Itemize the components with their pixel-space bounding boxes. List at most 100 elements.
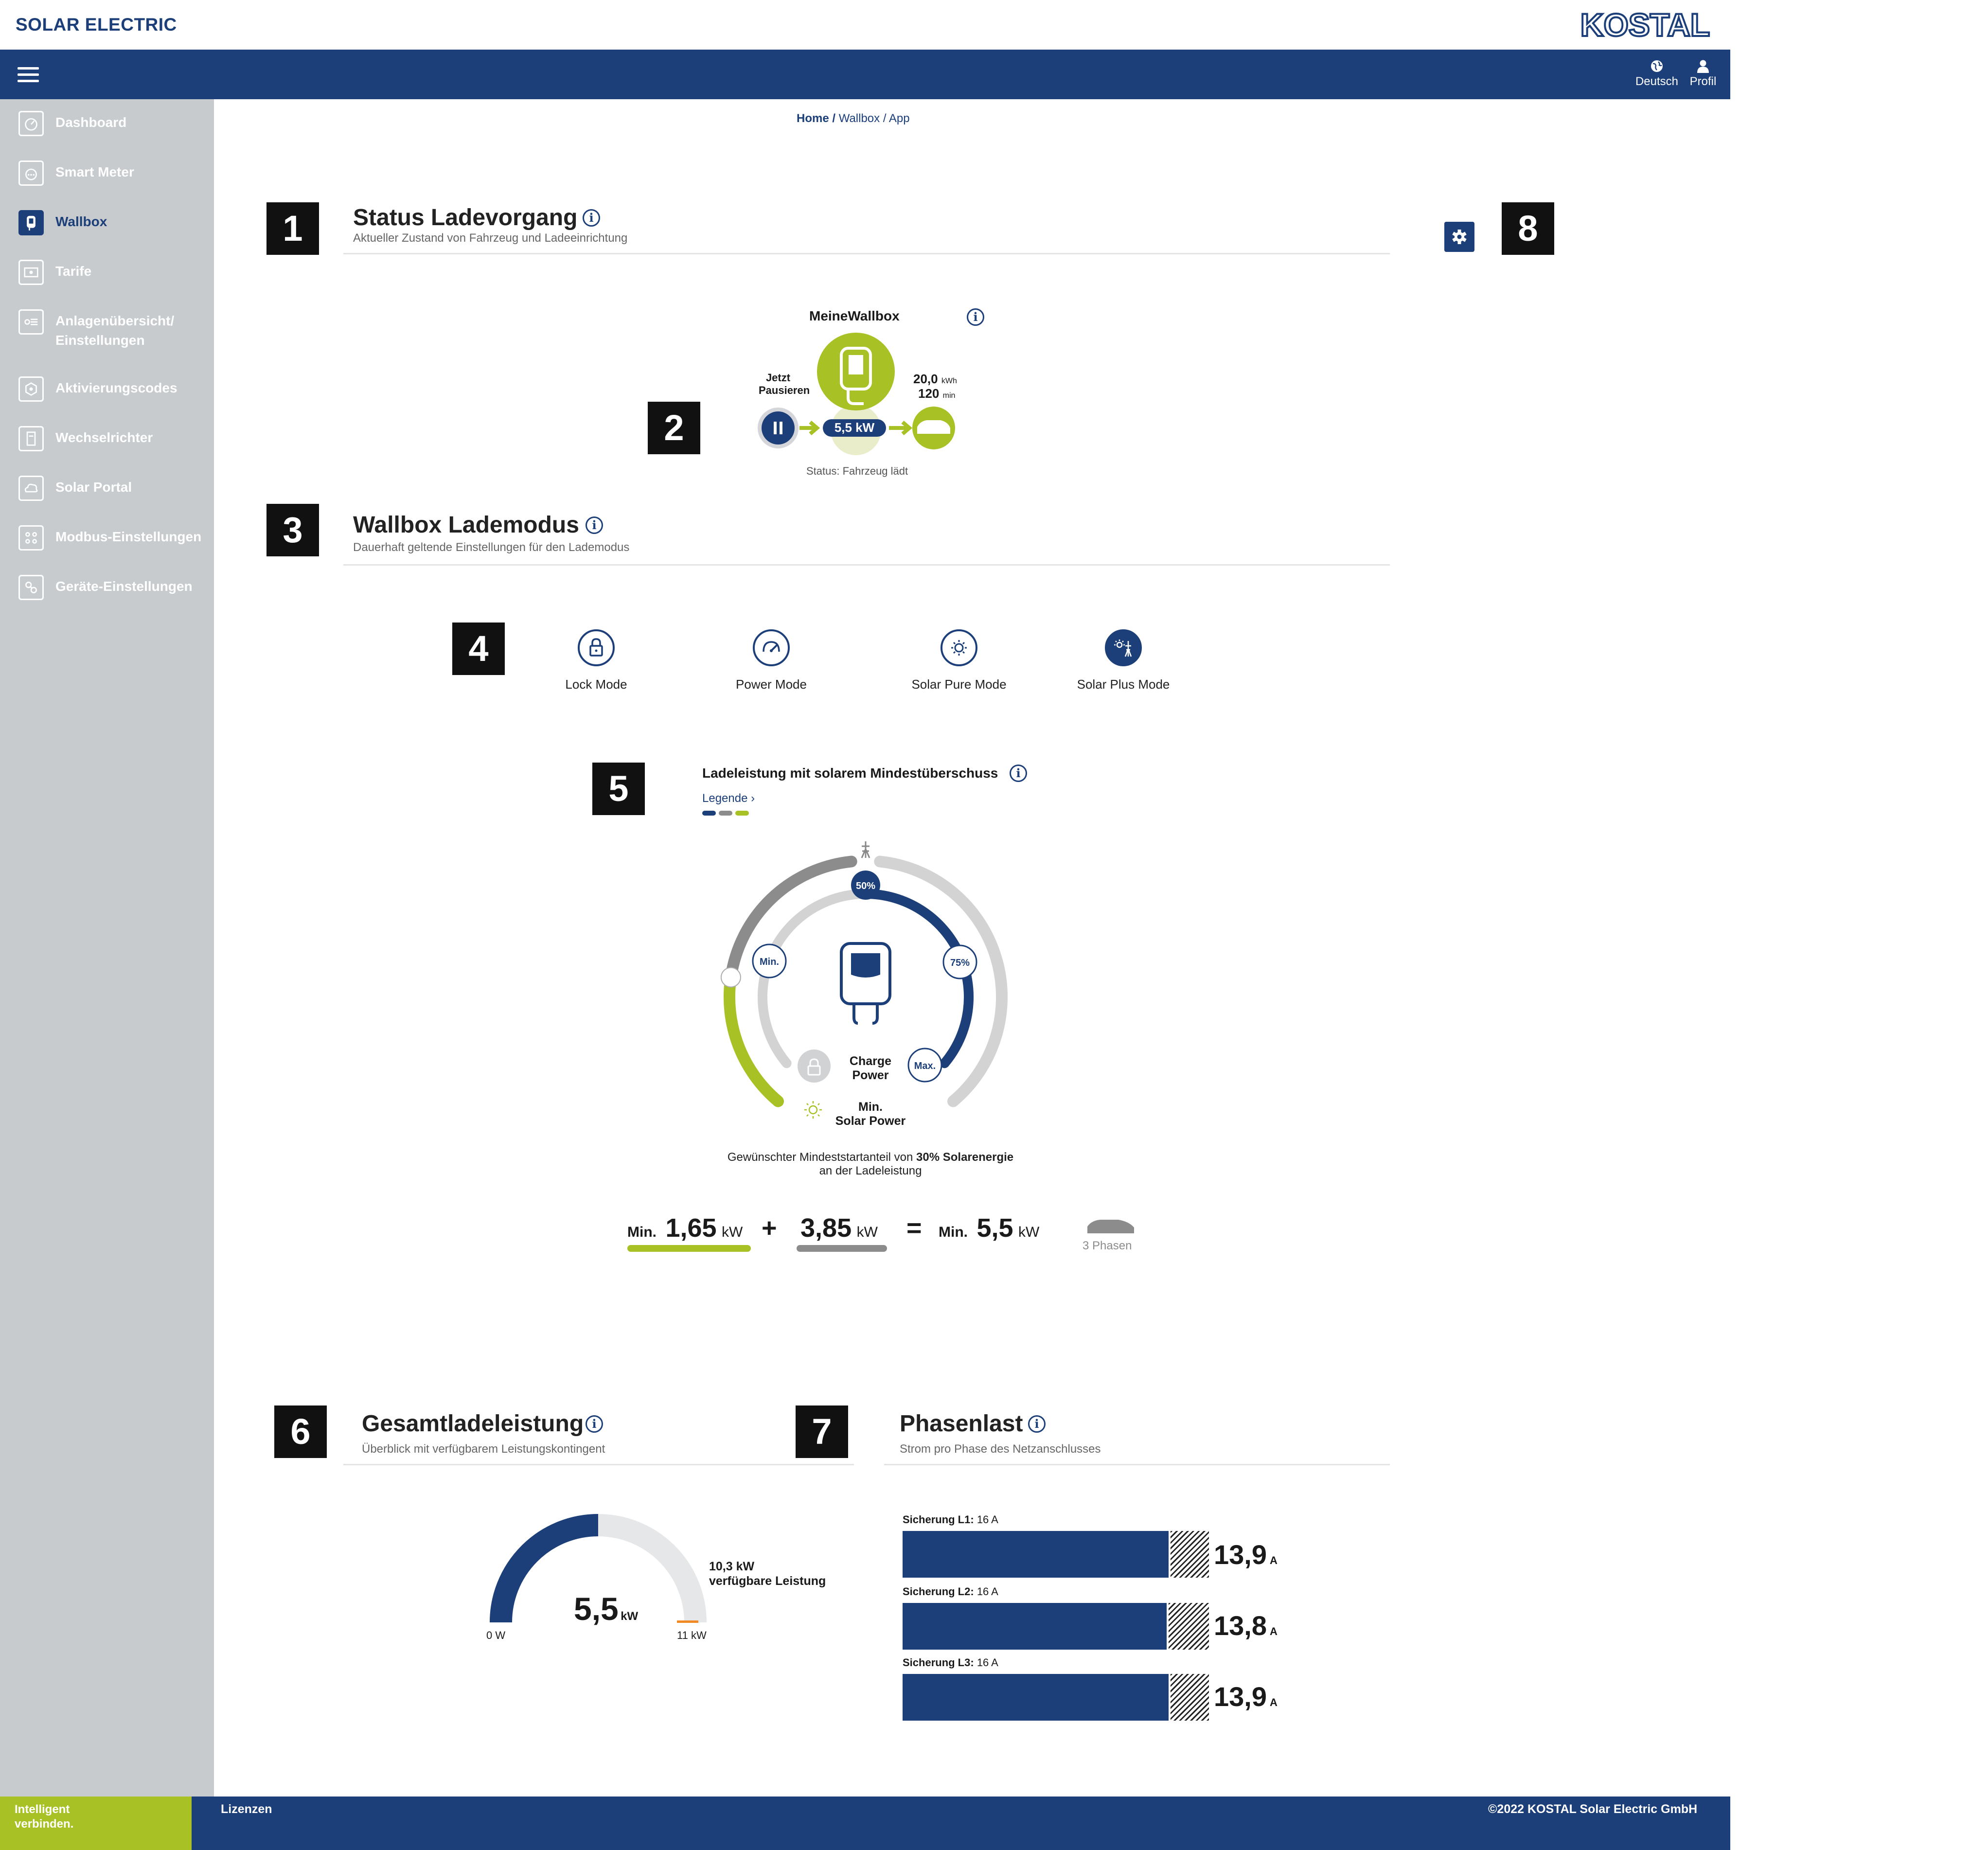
marker-50[interactable]: 50% [851,871,880,900]
calc-equals: = [906,1213,922,1243]
meter-icon [18,160,44,186]
time-readout: 120 min [918,386,955,401]
legend-toggle[interactable]: Legende › [702,792,755,805]
sidebar-item-smart-meter[interactable]: Smart Meter [18,159,213,202]
footer-slogan: Intelligent verbinden. [0,1797,192,1850]
info-icon[interactable]: i [583,209,600,227]
solar-power-line1: Min. [858,1100,883,1114]
lademodus-section-subtitle: Dauerhaft geltende Einstellungen für den… [353,541,630,554]
phase-fuse: 16 A [976,1656,998,1669]
phase-value: 13,9 [1214,1539,1267,1570]
sidebar-item-aktivierungscodes[interactable]: Aktivierungscodes [18,374,213,418]
charge-power-line2: Power [852,1068,889,1082]
info-icon[interactable]: i [967,308,984,326]
gear-icon [1452,230,1467,244]
calc-total-part: Min. 5,5 kW [939,1213,1039,1243]
pause-button[interactable] [762,411,795,445]
info-icon[interactable]: i [1028,1415,1046,1433]
sidebar-item-label: Wechselrichter [55,430,153,445]
sidebar-item-label: Modbus-Einstellungen [55,529,202,544]
sidebar-item-label-line2: Einstellungen [55,333,145,348]
info-icon[interactable]: i [586,516,603,534]
marker-75[interactable]: 75% [942,944,977,979]
gesamt-section-subtitle: Überblick mit verfügbarem Leistungskonti… [362,1442,605,1456]
copyright: ©2022 KOSTAL Solar Electric GmbH [1488,1802,1698,1816]
calc-min-label: Min. [627,1224,657,1240]
phase-bar-fill [903,1531,1169,1578]
callout-badge-4: 4 [452,623,505,675]
gauge-min-label: 0 W [486,1629,506,1641]
profile-button[interactable]: Profil [1682,58,1724,92]
user-icon [1697,60,1709,73]
calc-total-value: 5,5 [976,1213,1013,1243]
ladeleistung-title: Ladeleistung mit solarem Mindestüberschu… [702,765,998,781]
legend-swatch-charge [702,811,716,816]
mode-power[interactable]: Power Mode [703,629,839,692]
status-section-subtitle: Aktueller Zustand von Fahrzeug und Ladee… [353,231,628,245]
callout-badge-3: 3 [266,504,319,556]
sidebar-item-anlagenuebersicht[interactable]: Anlagenübersicht/ Einstellungen [18,307,213,361]
solar-share-description: Gewünschter Mindeststartanteil von 30% S… [681,1151,1060,1178]
pause-label: Jetzt Pausieren [759,372,810,397]
menu-icon[interactable] [18,67,39,83]
sidebar-item-wechselrichter[interactable]: Wechselrichter [18,424,213,468]
phase-bar-reserve [1171,1531,1209,1578]
lock-icon [798,1050,831,1083]
phase-bar-fill [903,1603,1167,1650]
language-button[interactable]: Deutsch [1630,58,1684,92]
breadcrumb-path: Wallbox / App [838,112,910,125]
power-value: 5,5 kW [834,420,875,435]
marker-75-label: 75% [950,958,970,968]
phase-fuse: 16 A [976,1585,998,1598]
available-power: 10,3 kW verfügbare Leistung [709,1559,826,1588]
phase-unit: A [1270,1696,1278,1708]
grid-tower-icon [861,841,870,858]
app-root: SOLAR ELECTRIC KOSTAL Deutsch Profil Das… [0,0,1988,1850]
solar-share-handle[interactable] [720,967,741,988]
gauge-limit-marker [677,1620,698,1623]
sun-icon [941,629,977,666]
marker-min[interactable]: Min. [752,943,787,978]
sidebar-item-wallbox[interactable]: Wallbox [18,208,213,252]
sidebar-item-label: Geräte-Einstellungen [55,579,193,594]
phases-label: 3 Phasen [1083,1239,1132,1252]
sidebar: Dashboard Smart Meter Wallbox Tarife Anl… [0,99,214,1797]
mode-solar-pure[interactable]: Solar Pure Mode [891,629,1027,692]
callout-badge-7: 7 [796,1405,848,1458]
pause-icon [774,422,777,434]
settings-button[interactable] [1444,222,1474,252]
calc-unit: kW [856,1224,878,1240]
sidebar-item-tarife[interactable]: Tarife [18,258,213,302]
globe-icon [1651,60,1663,72]
callout-badge-6: 6 [274,1405,327,1458]
energy-unit: kWh [941,377,957,385]
marker-50-label: 50% [856,881,875,891]
pause-label-line1: Jetzt [765,372,791,384]
sidebar-item-modbus[interactable]: Modbus-Einstellungen [18,523,213,567]
sidebar-item-solar-portal[interactable]: Solar Portal [18,474,213,517]
phase-label: Sicherung L2: 16 A [903,1585,998,1598]
sidebar-item-geraete-einstellungen[interactable]: Geräte-Einstellungen [18,573,213,617]
charge-power-ring[interactable]: 50% 75% Min. Max. [710,836,1021,1128]
phase-bar-l1 [903,1531,1209,1578]
car-icon [1087,1220,1134,1233]
licenses-link[interactable]: Lizenzen [221,1802,272,1816]
time-value: 120 [918,386,940,401]
calc-solar-value: 1,65 [665,1213,717,1243]
slogan-line1: Intelligent [15,1803,70,1816]
breadcrumb-home[interactable]: Home / [797,112,835,125]
info-icon[interactable]: i [1010,765,1027,782]
mode-lock[interactable]: Lock Mode [528,629,664,692]
footer: Intelligent verbinden. Lizenzen ©2022 KO… [0,1797,1730,1850]
mode-solar-plus[interactable]: Solar Plus Mode [1055,629,1191,692]
divider [884,1464,1390,1465]
chevron-right-icon: › [751,792,755,805]
phase-unit: A [1270,1625,1278,1637]
energy-value: 20,0 [913,372,938,386]
marker-max[interactable]: Max. [907,1048,942,1083]
calc-grid-bar [797,1245,887,1252]
info-icon[interactable]: i [586,1415,603,1433]
sidebar-item-dashboard[interactable]: Dashboard [18,109,213,153]
lock-icon [578,629,615,666]
sidebar-item-label: Wallbox [55,214,107,229]
